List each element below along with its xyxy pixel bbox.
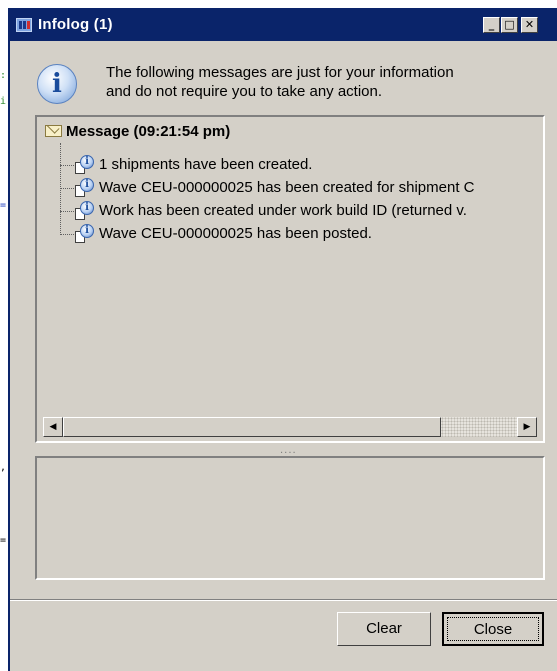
editor-glyph: , <box>0 462 7 473</box>
scroll-thumb[interactable] <box>63 417 441 437</box>
info-message-icon: i <box>75 178 94 197</box>
clear-button[interactable]: Clear <box>337 612 431 646</box>
tree-header-label: Message (09:21:54 pm) <box>66 123 231 140</box>
horizontal-scrollbar[interactable]: ◀ ▶ <box>43 417 537 437</box>
panel-splitter[interactable]: .... <box>280 445 297 456</box>
tree-item-text: Wave CEU-000000025 has been posted. <box>99 225 372 242</box>
tree-connector <box>60 211 74 212</box>
message-tree[interactable]: Message (09:21:54 pm) i 1 shipments have… <box>35 115 545 443</box>
info-message-line: and do not require you to take any actio… <box>106 83 383 100</box>
minimize-button[interactable]: _ <box>483 17 500 33</box>
info-message-line: The following messages are just for your… <box>106 64 454 81</box>
window-title: Infolog (1) <box>38 16 113 33</box>
info-message-icon: i <box>75 155 94 174</box>
tree-connector <box>60 234 74 235</box>
close-button[interactable]: Close <box>442 612 544 646</box>
close-window-button[interactable]: ✕ <box>521 17 538 33</box>
info-message: The following messages are just for your… <box>106 63 546 101</box>
editor-glyph: = <box>0 535 7 546</box>
info-message-icon: i <box>75 224 94 243</box>
tree-connector <box>60 165 74 166</box>
tree-item-text: 1 shipments have been created. <box>99 156 313 173</box>
tree-item-text: Wave CEU-000000025 has been created for … <box>99 179 475 196</box>
tree-connector <box>60 143 61 235</box>
tree-connector <box>60 188 74 189</box>
envelope-icon <box>45 125 62 137</box>
info-message-icon: i <box>75 201 94 220</box>
editor-glyph: = <box>0 200 7 211</box>
app-window-icon <box>16 18 32 32</box>
info-icon: i <box>37 64 77 104</box>
divider <box>10 599 557 601</box>
tree-node-message[interactable]: Message (09:21:54 pm) <box>45 123 230 140</box>
title-bar[interactable]: Infolog (1) _ □ ✕ <box>10 9 557 41</box>
infolog-window: Infolog (1) _ □ ✕ i The following messag… <box>8 8 557 671</box>
editor-glyph: i <box>0 96 7 107</box>
tree-item-text: Work has been created under work build I… <box>99 202 467 219</box>
message-details-panel <box>35 456 545 580</box>
maximize-button[interactable]: □ <box>501 17 518 33</box>
scroll-right-button[interactable]: ▶ <box>517 417 537 437</box>
scroll-track[interactable] <box>441 417 517 437</box>
editor-glyph: : <box>0 70 7 81</box>
scroll-left-button[interactable]: ◀ <box>43 417 63 437</box>
close-button-label: Close <box>447 617 539 641</box>
